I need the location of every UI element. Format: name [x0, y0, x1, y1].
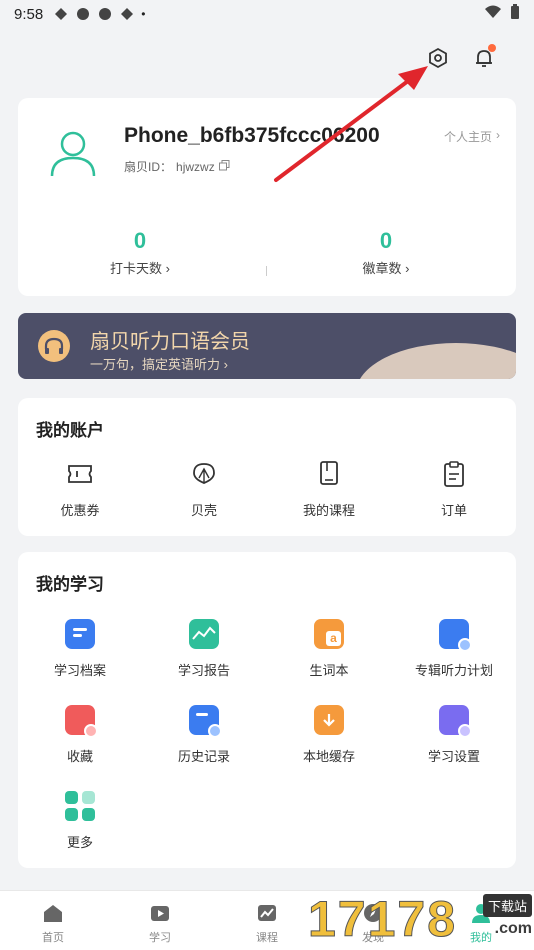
notifications-button[interactable] — [470, 44, 498, 72]
homepage-label: 个人主页 — [443, 130, 492, 144]
local-cache-label: 本地缓存 — [302, 749, 355, 764]
more-label: 更多 — [66, 835, 93, 850]
plan-icon — [439, 619, 472, 652]
orders-label: 订单 — [440, 503, 467, 518]
play-icon — [148, 901, 172, 925]
notification-icon — [119, 6, 135, 22]
archive-icon — [65, 619, 95, 649]
vip-decoration — [356, 343, 516, 379]
settings-button[interactable] — [424, 44, 452, 72]
checkin-count: 0 — [133, 228, 147, 253]
badge-label: 徽章数 › — [362, 261, 410, 276]
vocabulary-book-button[interactable]: a 生词本 — [279, 618, 379, 679]
vocabulary-book-label: 生词本 — [309, 663, 349, 678]
notification-icon — [53, 6, 69, 22]
history-button[interactable]: 历史记录 — [154, 704, 254, 765]
album-listening-plan-button[interactable]: 专辑听力计划 — [404, 618, 504, 679]
watermark-number: 17178 — [307, 891, 458, 948]
learning-title: 我的学习 — [36, 575, 104, 594]
favorite-icon — [65, 705, 98, 738]
checkin-label: 打卡天数 › — [110, 261, 170, 276]
home-icon — [41, 901, 65, 925]
shell-button[interactable]: 贝壳 — [154, 458, 254, 519]
copy-icon[interactable] — [218, 159, 230, 174]
vip-banner[interactable]: 扇贝听力口语会员 一万句，搞定英语听力 › — [18, 313, 516, 379]
my-courses-label: 我的课程 — [302, 503, 355, 518]
username: Phone_b6fb375fccc06200 — [124, 124, 380, 147]
account-title: 我的账户 — [36, 421, 104, 440]
badge-stat[interactable]: 0 徽章数 › — [316, 228, 456, 277]
study-report-button[interactable]: 学习报告 — [154, 618, 254, 679]
my-courses-button[interactable]: 我的课程 — [279, 458, 379, 519]
order-icon — [438, 458, 470, 490]
avatar[interactable] — [46, 126, 100, 180]
notification-icon — [75, 6, 91, 22]
notification-badge — [488, 44, 496, 52]
favorites-label: 收藏 — [66, 749, 93, 764]
stat-divider — [266, 266, 267, 276]
more-icon — [65, 791, 95, 821]
shell-label: 贝壳 — [190, 503, 217, 518]
watermark-tag: 下载站 — [482, 894, 532, 917]
chart-icon — [255, 901, 279, 925]
study-archive-button[interactable]: 学习档案 — [30, 618, 130, 679]
user-id-label: 扇贝ID： — [124, 160, 173, 174]
vip-subtitle: 一万句，搞定英语听力 › — [90, 357, 228, 372]
battery-icon — [510, 4, 520, 24]
hexagon-settings-icon — [429, 47, 447, 69]
badge-count: 0 — [379, 228, 393, 253]
report-icon — [189, 619, 219, 649]
coupon-icon — [64, 458, 96, 490]
study-report-label: 学习报告 — [177, 663, 230, 678]
cache-icon — [314, 705, 344, 735]
nav-study-label: 学习 — [149, 932, 171, 944]
more-button[interactable]: 更多 — [30, 790, 130, 851]
watermark-logo: 17178 下载站 .com — [307, 888, 534, 950]
vocab-icon: a — [314, 619, 344, 649]
vip-title: 扇贝听力口语会员 — [90, 331, 250, 353]
user-id-row[interactable]: 扇贝ID： hjwzwz — [124, 158, 230, 175]
album-listening-plan-label: 专辑听力计划 — [414, 663, 493, 678]
user-id-value: hjwzwz — [176, 159, 215, 174]
book-icon — [313, 458, 345, 490]
status-bar: 9:58 • — [0, 0, 534, 28]
coupon-label: 优惠券 — [60, 503, 100, 518]
history-icon — [189, 705, 222, 738]
nav-study[interactable]: 学习 — [125, 901, 195, 945]
nav-courses-label: 课程 — [256, 932, 278, 944]
nav-home-label: 首页 — [42, 932, 64, 944]
study-archive-label: 学习档案 — [53, 663, 106, 678]
homepage-link[interactable]: 个人主页 › — [444, 128, 500, 145]
nav-courses[interactable]: 课程 — [232, 901, 302, 945]
top-actions — [424, 44, 498, 72]
study-settings-button[interactable]: 学习设置 — [404, 704, 504, 765]
chevron-right-icon: › — [496, 128, 500, 142]
checkin-stat[interactable]: 0 打卡天数 › — [70, 228, 210, 277]
status-time: 9:58 — [14, 5, 44, 23]
local-cache-button[interactable]: 本地缓存 — [279, 704, 379, 765]
favorites-button[interactable]: 收藏 — [30, 704, 130, 765]
learning-section: 我的学习 学习档案 学习报告 a 生词本 专辑听力计划 收藏 历史记录 本地缓存… — [18, 552, 516, 868]
watermark-domain: .com — [494, 920, 532, 937]
account-section: 我的账户 优惠券 贝壳 我的课程 订单 — [18, 398, 516, 536]
wifi-icon — [484, 5, 502, 23]
shell-icon — [188, 458, 220, 490]
nav-home[interactable]: 首页 — [18, 901, 88, 945]
study-settings-label: 学习设置 — [427, 749, 480, 764]
coupon-button[interactable]: 优惠券 — [30, 458, 130, 519]
orders-button[interactable]: 订单 — [404, 458, 504, 519]
headphones-icon — [38, 330, 70, 362]
more-notifications-icon: • — [141, 7, 146, 21]
profile-card: Phone_b6fb375fccc06200 扇贝ID： hjwzwz 个人主页… — [18, 98, 516, 296]
settings-icon — [439, 705, 472, 738]
history-label: 历史记录 — [177, 749, 230, 764]
notification-icon — [97, 6, 113, 22]
